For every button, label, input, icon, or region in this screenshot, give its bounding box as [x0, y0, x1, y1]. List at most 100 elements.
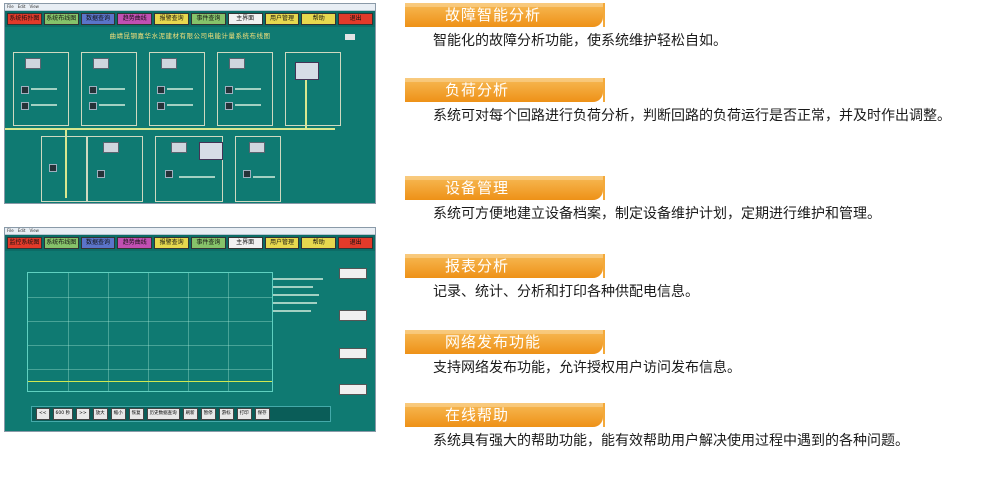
- meter-icon: [97, 170, 105, 178]
- meter-label: [167, 104, 193, 106]
- curve-toolbar: << 600 秒 >> 放大 缩小 恢复 历史数据查询 刷新 暂停 游标 打印 保存: [31, 406, 331, 422]
- meter-icon: [225, 86, 233, 94]
- bus-line: [5, 128, 335, 130]
- converter-icon: [249, 142, 265, 153]
- toolbar-button[interactable]: 缩小: [110, 408, 126, 420]
- trend-curve-screenshot: File Edit View 监控系统图 系统布线图 数据查询 趋势曲线 报警查询 事件查询主…: [4, 227, 376, 432]
- section-header: 负荷分析: [405, 78, 605, 102]
- section-text: 智能化的故障分析功能，使系统维护轻松自如。: [433, 33, 727, 49]
- nav-button[interactable]: 事件查询: [190, 237, 226, 249]
- toolbar-button[interactable]: 打印: [236, 408, 252, 420]
- nav-button[interactable]: 用户管理: [264, 13, 300, 25]
- meter-icon: [157, 86, 165, 94]
- meter-icon: [89, 86, 97, 94]
- converter-icon: [229, 58, 245, 69]
- converter-icon: [25, 58, 41, 69]
- nav-button[interactable]: 数据查询: [80, 13, 116, 25]
- converter-icon: [161, 58, 177, 69]
- nav-button[interactable]: 退出: [338, 237, 373, 249]
- section-network-publish: 网络发布功能 支持网络发布功能，允许授权用户访问发布信息。: [405, 330, 990, 379]
- toolbar-button[interactable]: 刷新: [182, 408, 198, 420]
- section-online-help: 在线帮助 系统具有强大的帮助功能，能有效帮助用户解决使用过程中遇到的各种问题。: [405, 403, 990, 452]
- meter-label: [235, 104, 261, 106]
- toolbar-button[interactable]: <<: [36, 408, 50, 420]
- diagram-title: 曲靖昆钢嘉华水泥建材有限公司电能计量系统布线图: [109, 32, 271, 40]
- meter-icon: [225, 102, 233, 110]
- toolbar-button[interactable]: 历史数据查询: [146, 408, 180, 420]
- nav-button[interactable]: 报警查询: [154, 237, 189, 249]
- trend-line: [28, 381, 272, 382]
- meter-icon: [157, 102, 165, 110]
- section-title: 报表分析: [445, 257, 510, 275]
- section-text: 系统可方便地建立设备档案，制定设备维护计划，定期进行维护和管理。: [433, 206, 881, 222]
- nav-button[interactable]: 退出: [338, 13, 373, 25]
- meter-icon: [243, 170, 251, 178]
- meter-label: [99, 104, 125, 106]
- toolbar-button[interactable]: 游标: [218, 408, 234, 420]
- converter-icon: [103, 142, 119, 153]
- nav-button[interactable]: 主界面: [227, 237, 263, 249]
- trend-plot-area: [27, 272, 273, 392]
- nav-button[interactable]: 用户管理: [264, 237, 300, 249]
- computer-icon: [199, 142, 223, 160]
- nav-button[interactable]: 数据查询: [80, 237, 116, 249]
- scada-nav-bar: 监控系统图 系统布线图 数据查询 趋势曲线 报警查询 事件查询 主界面 用户管理 帮助 退出: [5, 235, 375, 251]
- section-text: 记录、统计、分析和打印各种供配电信息。: [433, 284, 699, 300]
- wiring-diagram-screenshot: File Edit View 系统拓扑图 系统布线图 数据查询 趋势曲线 报警查询 事件查询主…: [4, 3, 376, 204]
- station-box: [41, 136, 87, 202]
- converter-icon: [93, 58, 109, 69]
- legend-text: [273, 278, 323, 280]
- section-title: 在线帮助: [445, 406, 510, 424]
- side-button[interactable]: [339, 348, 367, 359]
- meter-icon: [165, 170, 173, 178]
- meter-label: [179, 176, 215, 178]
- legend-text: [273, 302, 317, 304]
- nav-button[interactable]: 帮助: [301, 13, 337, 25]
- section-header: 在线帮助: [405, 403, 605, 427]
- section-header: 报表分析: [405, 254, 605, 278]
- legend-text: [273, 310, 311, 312]
- toolbar-button[interactable]: >>: [76, 408, 90, 420]
- nav-button[interactable]: 系统拓扑图: [7, 13, 42, 25]
- section-title: 设备管理: [445, 179, 510, 197]
- nav-button[interactable]: 监控系统图: [7, 237, 42, 249]
- meter-icon: [89, 102, 97, 110]
- close-icon: [345, 34, 355, 40]
- toolbar-button[interactable]: 保存: [254, 408, 270, 420]
- toolbar-button[interactable]: 恢复: [128, 408, 144, 420]
- nav-button[interactable]: 主界面: [227, 13, 263, 25]
- nav-button[interactable]: 帮助: [301, 237, 337, 249]
- nav-button[interactable]: 趋势曲线: [117, 13, 153, 25]
- side-button[interactable]: [339, 310, 367, 321]
- section-text: 系统具有强大的帮助功能，能有效帮助用户解决使用过程中遇到的各种问题。: [433, 433, 909, 449]
- section-fault-analysis: 故障智能分析 智能化的故障分析功能，使系统维护轻松自如。: [405, 3, 990, 52]
- nav-button[interactable]: 趋势曲线: [117, 237, 153, 249]
- meter-icon: [21, 102, 29, 110]
- legend-text: [273, 294, 319, 296]
- section-title: 网络发布功能: [445, 333, 542, 351]
- computer-icon: [295, 62, 319, 80]
- meter-label: [253, 176, 275, 178]
- legend-text: [273, 286, 313, 288]
- nav-button[interactable]: 事件查询: [190, 13, 226, 25]
- section-text: 支持网络发布功能，允许授权用户访问发布信息。: [433, 360, 741, 376]
- meter-label: [167, 88, 193, 90]
- section-header: 故障智能分析: [405, 3, 605, 27]
- toolbar-button[interactable]: 暂停: [200, 408, 216, 420]
- meter-icon: [49, 164, 57, 172]
- section-device-management: 设备管理 系统可方便地建立设备档案，制定设备维护计划，定期进行维护和管理。: [405, 176, 990, 225]
- section-text: 系统可对每个回路进行负荷分析，判断回路的负荷运行是否正常，并及时作出调整。: [433, 108, 951, 124]
- section-report-analysis: 报表分析 记录、统计、分析和打印各种供配电信息。: [405, 254, 990, 303]
- meter-label: [31, 88, 57, 90]
- meter-icon: [21, 86, 29, 94]
- nav-button[interactable]: 系统布线图: [43, 13, 79, 25]
- toolbar-button[interactable]: 600 秒: [52, 408, 74, 420]
- nav-button[interactable]: 系统布线图: [43, 237, 79, 249]
- nav-button[interactable]: 报警查询: [154, 13, 189, 25]
- side-button[interactable]: [339, 268, 367, 279]
- scada-nav-bar: 系统拓扑图 系统布线图 数据查询 趋势曲线 报警查询 事件查询 主界面 用户管理 帮助 退出: [5, 11, 375, 27]
- meter-label: [99, 88, 125, 90]
- section-title: 故障智能分析: [445, 6, 542, 24]
- toolbar-button[interactable]: 放大: [92, 408, 108, 420]
- side-button[interactable]: [339, 384, 367, 395]
